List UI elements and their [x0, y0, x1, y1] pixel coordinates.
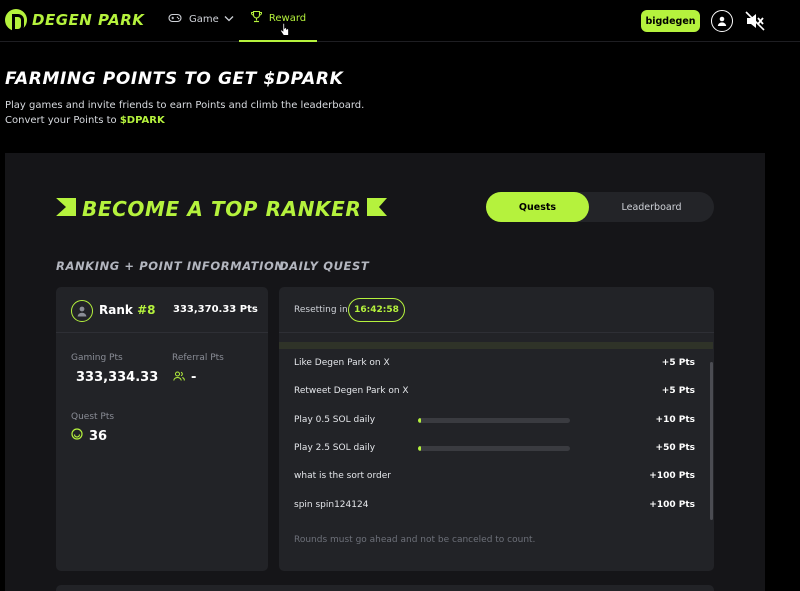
quest-pts-value: 36 — [71, 428, 107, 444]
quest-points: +10 Pts — [655, 415, 695, 425]
quest-points: +5 Pts — [661, 386, 695, 396]
quest-points: +100 Pts — [649, 471, 695, 481]
total-points: 333,370.33 Pts — [173, 304, 258, 315]
logo-icon — [5, 9, 27, 32]
chevron-right-icon — [56, 198, 76, 220]
users-icon — [173, 370, 185, 385]
quest-list-header-strip — [279, 342, 713, 349]
quest-name: Play 2.5 SOL daily — [294, 443, 376, 453]
top-navigation-bar: DEGEN PARK Game Reward bigdegen — [0, 0, 800, 42]
quest-name: what is the sort order — [294, 471, 391, 481]
tab-leaderboard[interactable]: Leaderboard — [589, 192, 714, 222]
quest-progress-fill — [418, 418, 422, 423]
nav-game-label: Game — [189, 14, 219, 25]
trophy-icon — [250, 10, 263, 26]
quest-name: Retweet Degen Park on X — [294, 386, 409, 396]
reset-timer: 16:42:58 — [348, 298, 405, 322]
username-button[interactable]: bigdegen — [641, 10, 700, 32]
brand-logo[interactable]: DEGEN PARK — [5, 9, 145, 32]
referral-pts-label: Referral Pts — [172, 353, 224, 363]
token-name: $DPARK — [119, 115, 165, 126]
quest-row[interactable]: Play 2.5 SOL daily +50 Pts — [279, 438, 709, 460]
quest-name: Play 0.5 SOL daily — [294, 415, 376, 425]
quest-pts-text: 36 — [89, 428, 108, 444]
quest-row[interactable]: Like Degen Park on X +5 Pts — [279, 353, 709, 375]
resetting-label: Resetting in — [294, 305, 348, 315]
ranking-section-label: RANKING + POINT INFORMATION — [56, 259, 285, 273]
tab-quests[interactable]: Quests — [486, 192, 589, 222]
quest-name: spin spin124124 — [294, 500, 369, 510]
gaming-pts-value: 333,334.33 — [76, 370, 159, 385]
user-icon — [71, 300, 93, 322]
quest-pts-label: Quest Pts — [71, 412, 115, 422]
rank-number: #8 — [137, 303, 156, 317]
page-subtitle: Play games and invite friends to earn Po… — [5, 98, 364, 128]
subtitle-line-1: Play games and invite friends to earn Po… — [5, 100, 365, 111]
quest-row[interactable]: spin spin124124 +100 Pts — [279, 495, 709, 517]
next-card-edge — [56, 585, 714, 591]
divider — [279, 332, 714, 333]
rank-text: Rank — [99, 303, 133, 317]
nav-reward-tab[interactable]: Reward — [239, 0, 317, 42]
quest-progress-fill — [418, 446, 422, 451]
subtitle-line-2: Convert your Points to $DPARK — [5, 113, 364, 128]
quest-list-scrollbar[interactable] — [710, 362, 713, 520]
gaming-pts-label: Gaming Pts — [71, 353, 123, 363]
referral-pts-text: - — [191, 370, 197, 385]
quest-points: +50 Pts — [655, 443, 695, 453]
quest-name: Like Degen Park on X — [294, 358, 390, 368]
chevron-down-icon — [224, 14, 234, 25]
quests-leaderboard-toggle: Quests Leaderboard — [486, 192, 714, 222]
quest-points: +5 Pts — [661, 358, 695, 368]
pointer-cursor-icon — [280, 22, 290, 41]
quest-row[interactable]: Retweet Degen Park on X +5 Pts — [279, 381, 709, 403]
quest-progress-bar — [418, 418, 570, 423]
referral-pts-value: - — [173, 370, 196, 385]
quest-row[interactable]: Play 0.5 SOL daily +10 Pts — [279, 410, 709, 432]
section-title-text: BECOME A TOP RANKER — [82, 197, 362, 221]
chevron-left-icon — [367, 198, 388, 220]
gamepad-icon — [168, 13, 182, 26]
section-title: BECOME A TOP RANKER — [56, 197, 388, 221]
volume-mute-icon[interactable] — [744, 10, 766, 36]
divider — [56, 332, 268, 333]
rank-label: Rank #8 — [99, 303, 155, 317]
quest-row[interactable]: what is the sort order +100 Pts — [279, 466, 709, 488]
daily-quest-card: Resetting in 16:42:58 Like Degen Park on… — [279, 287, 714, 571]
subtitle-prefix: Convert your Points to — [5, 115, 120, 126]
brand-name: DEGEN PARK — [32, 11, 145, 29]
page-title: FARMING POINTS TO GET $DPARK — [5, 69, 344, 89]
nav-game-menu[interactable]: Game — [168, 13, 234, 26]
quest-points: +100 Pts — [649, 500, 695, 510]
quest-note: Rounds must go ahead and not be canceled… — [294, 535, 536, 545]
quest-progress-bar — [418, 446, 570, 451]
ranking-card: Rank #8 333,370.33 Pts Gaming Pts 333,33… — [56, 287, 268, 571]
user-icon[interactable] — [711, 10, 733, 32]
daily-quest-section-label: DAILY QUEST — [279, 259, 370, 273]
quest-smile-icon — [71, 428, 83, 444]
